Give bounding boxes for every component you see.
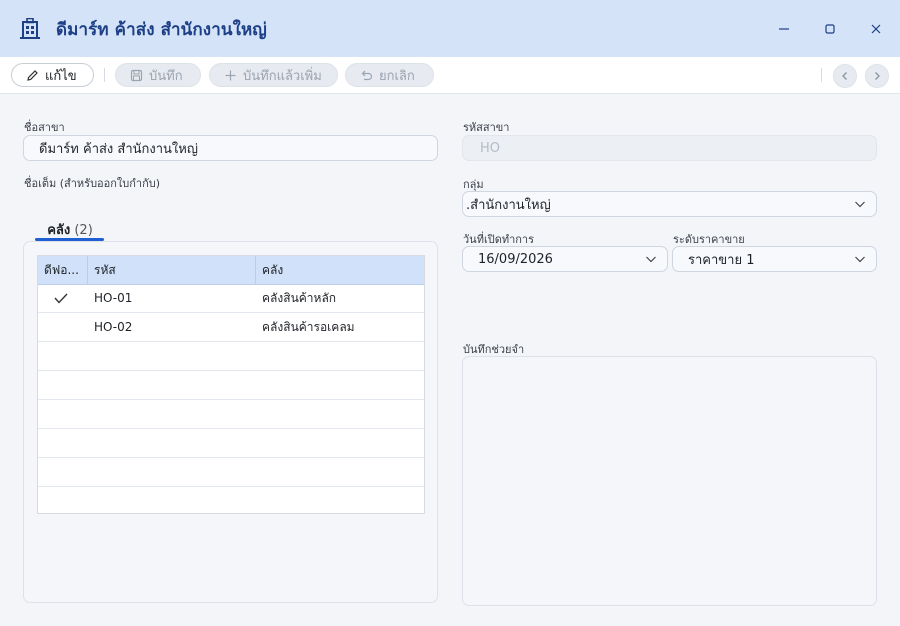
plus-icon xyxy=(225,70,236,80)
empty-row xyxy=(38,458,424,487)
maximize-icon xyxy=(825,24,835,34)
group-select[interactable]: .สำนักงานใหญ่ xyxy=(462,191,877,217)
branch-name-value: ดีมาร์ท ค้าส่ง สำนักงานใหญ่ xyxy=(39,141,198,157)
close-icon xyxy=(871,24,881,34)
save-icon xyxy=(130,69,143,81)
empty-row xyxy=(38,487,424,513)
column-header-code[interactable]: รหัส xyxy=(88,256,256,284)
building-icon xyxy=(20,18,40,40)
save-and-new-button[interactable]: บันทึกแล้วเพิ่ม xyxy=(209,63,338,87)
empty-row xyxy=(38,342,424,371)
cancel-button[interactable]: ยกเลิก xyxy=(345,63,434,87)
save-and-new-button-label: บันทึกแล้วเพิ่ม xyxy=(243,68,322,84)
next-record-button[interactable] xyxy=(865,64,889,88)
save-button-label: บันทึก xyxy=(149,68,183,84)
tab-warehouses-label: คลัง xyxy=(47,223,71,238)
chevron-left-icon xyxy=(842,72,847,80)
pencil-icon xyxy=(27,69,38,81)
chevron-right-icon xyxy=(875,72,880,80)
row-warehouse-name: คลังสินค้ารอเคลม xyxy=(262,320,355,334)
memo-textarea[interactable] xyxy=(462,356,877,606)
edit-button[interactable]: แก้ไข xyxy=(11,63,94,87)
window-title: ดีมาร์ท ค้าส่ง สำนักงานใหญ่ xyxy=(56,20,267,40)
branch-code-field: HO xyxy=(462,135,877,161)
open-date-picker[interactable]: 16/09/2026 xyxy=(462,246,668,272)
empty-row xyxy=(38,429,424,458)
row-code: HO-01 xyxy=(94,291,133,305)
toolbar-separator xyxy=(821,68,822,82)
previous-record-button[interactable] xyxy=(833,64,857,88)
grid-header: ดีฟอ... รหัส คลัง xyxy=(38,256,424,285)
group-value: .สำนักงานใหญ่ xyxy=(466,197,551,213)
column-header-warehouse[interactable]: คลัง xyxy=(256,256,424,284)
table-row[interactable]: HO-01 คลังสินค้าหลัก xyxy=(38,284,424,313)
chevron-down-icon xyxy=(854,251,866,267)
empty-row xyxy=(38,400,424,429)
tab-warehouses[interactable]: คลัง (2) xyxy=(36,219,104,240)
empty-row xyxy=(38,371,424,400)
column-header-default[interactable]: ดีฟอ... xyxy=(38,256,88,284)
minimize-button[interactable] xyxy=(771,16,797,42)
toolbar-separator xyxy=(104,68,105,82)
chevron-down-icon xyxy=(854,196,866,212)
minimize-icon xyxy=(779,28,789,30)
open-date-value: 16/09/2026 xyxy=(478,251,553,267)
row-warehouse-name: คลังสินค้าหลัก xyxy=(262,291,337,305)
branch-code-value: HO xyxy=(480,140,501,156)
undo-icon xyxy=(361,70,373,80)
row-code: HO-02 xyxy=(94,320,133,334)
edit-button-label: แก้ไข xyxy=(45,68,77,84)
price-level-value: ราคาขาย 1 xyxy=(688,252,755,268)
default-check-icon xyxy=(54,284,68,313)
tab-warehouses-count: (2) xyxy=(74,223,93,238)
price-level-select[interactable]: ราคาขาย 1 xyxy=(672,246,877,272)
table-row[interactable]: HO-02 คลังสินค้ารอเคลม xyxy=(38,313,424,342)
full-name-label: ชื่อเต็ม (สำหรับออกใบกำกับ) xyxy=(24,177,161,190)
branch-name-field[interactable]: ดีมาร์ท ค้าส่ง สำนักงานใหญ่ xyxy=(23,135,438,161)
branch-code-label: รหัสสาขา xyxy=(463,121,510,134)
close-button[interactable] xyxy=(863,16,889,42)
chevron-down-icon xyxy=(645,251,657,267)
branch-name-label: ชื่อสาขา xyxy=(24,121,65,134)
warehouse-grid[interactable]: ดีฟอ... รหัส คลัง HO-01 คลังสินค้าหลัก H… xyxy=(37,255,425,514)
cancel-button-label: ยกเลิก xyxy=(379,68,415,84)
maximize-button[interactable] xyxy=(817,16,843,42)
save-button[interactable]: บันทึก xyxy=(115,63,201,87)
title-bar: ดีมาร์ท ค้าส่ง สำนักงานใหญ่ xyxy=(0,0,900,58)
